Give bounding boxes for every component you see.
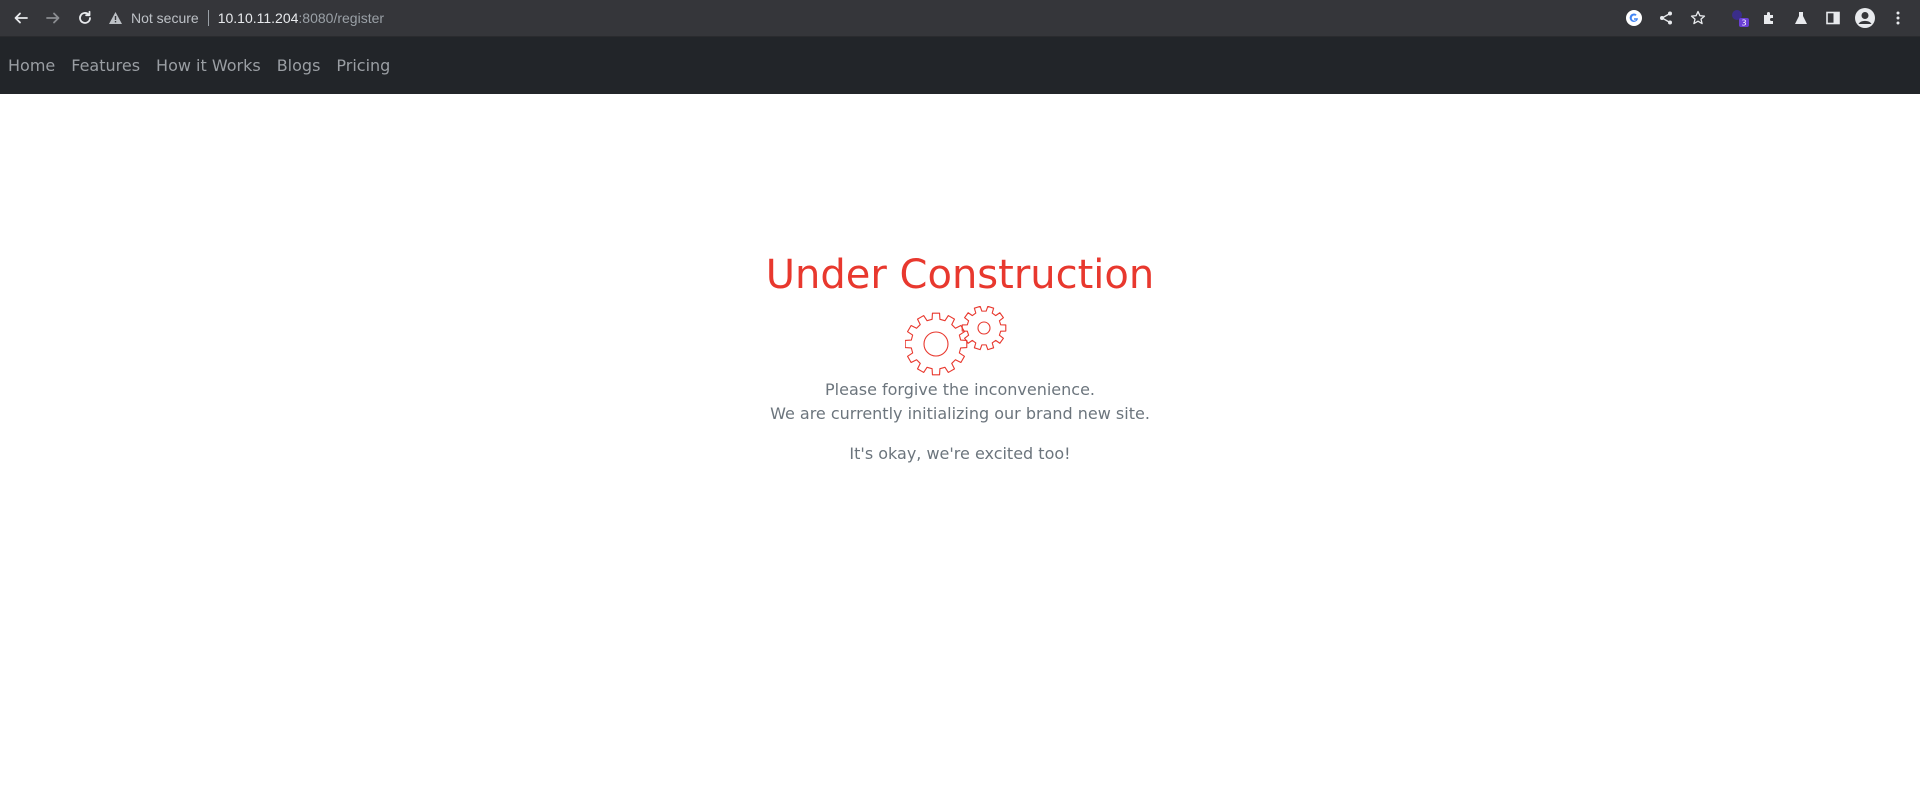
nav-pricing[interactable]: Pricing	[336, 56, 390, 75]
google-lens-button[interactable]	[1622, 6, 1646, 30]
labs-button[interactable]	[1789, 6, 1813, 30]
flask-icon	[1795, 12, 1807, 24]
kebab-menu-icon	[1896, 11, 1900, 25]
security-label[interactable]: Not secure	[131, 10, 199, 26]
profile-button[interactable]	[1853, 6, 1877, 30]
avatar-icon	[1855, 8, 1875, 28]
excited-line: It's okay, we're excited too!	[849, 444, 1071, 463]
warning-icon	[108, 11, 123, 25]
bookmark-button[interactable]	[1686, 6, 1710, 30]
small-gear-icon	[961, 305, 1007, 351]
nav-how-it-works[interactable]: How it Works	[156, 56, 261, 75]
large-gear-icon	[904, 312, 968, 376]
reload-button[interactable]	[73, 6, 97, 30]
forward-button[interactable]	[41, 6, 65, 30]
extension-badge-icon: 3	[1732, 10, 1749, 28]
side-panel-icon	[1826, 11, 1840, 25]
extension-badge-count: 3	[1741, 19, 1746, 28]
url-path: :8080/register	[298, 10, 385, 26]
address-bar[interactable]: Not secure 10.10.11.204:8080/register	[108, 5, 384, 31]
menu-button[interactable]	[1886, 6, 1910, 30]
extensions-button[interactable]	[1757, 6, 1781, 30]
apology-line: Please forgive the inconvenience.	[825, 380, 1095, 399]
nav-features[interactable]: Features	[71, 56, 140, 75]
share-icon	[1660, 11, 1672, 25]
star-icon	[1690, 10, 1706, 25]
nav-blogs[interactable]: Blogs	[277, 56, 321, 75]
google-icon	[1626, 10, 1642, 26]
url-host: 10.10.11.204	[217, 10, 299, 26]
url-text[interactable]: 10.10.11.204:8080/register	[218, 10, 384, 26]
nav-home[interactable]: Home	[8, 56, 55, 75]
omnibox-divider	[207, 10, 209, 26]
site-navbar: Home Features How it Works Blogs Pricing	[0, 37, 1920, 94]
page-title: Under Construction	[765, 252, 1155, 298]
back-button[interactable]	[9, 6, 33, 30]
side-panel-button[interactable]	[1821, 6, 1845, 30]
forward-arrow-icon	[46, 12, 60, 24]
browser-toolbar: Not secure 10.10.11.204:8080/register 3	[0, 0, 1920, 37]
share-button[interactable]	[1654, 6, 1678, 30]
main-content: Under Construction Please forgive the in…	[0, 94, 1920, 466]
gears-icon	[0, 305, 1920, 378]
puzzle-icon	[1764, 12, 1773, 24]
reload-icon	[79, 10, 91, 24]
status-line: We are currently initializing our brand …	[770, 404, 1150, 423]
extension-button[interactable]: 3	[1728, 6, 1752, 30]
back-arrow-icon	[14, 12, 28, 24]
